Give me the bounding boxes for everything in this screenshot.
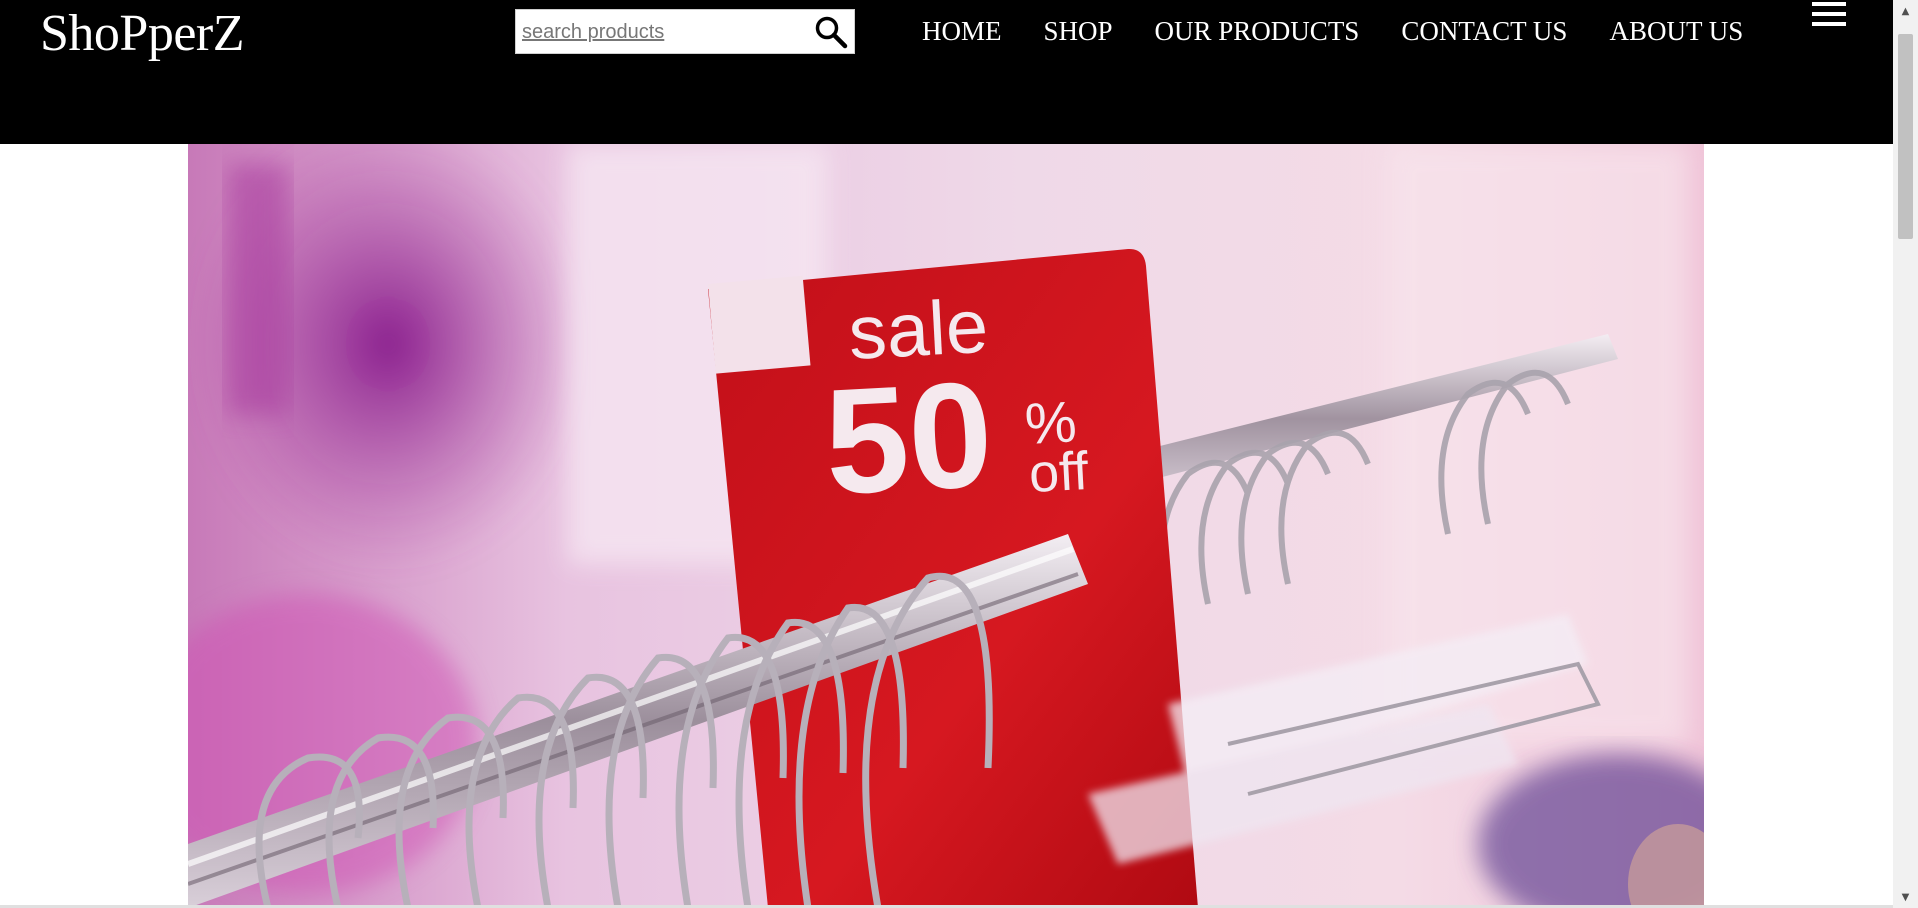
sale-photo: sale 50 % off [188,144,1704,908]
nav-our-products[interactable]: OUR PRODUCTS [1155,13,1360,49]
hamburger-menu-icon[interactable] [1812,2,1846,32]
nav-contact-us[interactable]: CONTACT US [1401,13,1567,49]
nav-home[interactable]: HOME [922,13,1002,49]
scroll-up-arrow-icon[interactable]: ▲ [1893,0,1918,22]
scroll-down-arrow-icon[interactable]: ▼ [1893,886,1918,908]
nav-shop[interactable]: SHOP [1044,13,1113,49]
search-button[interactable] [812,14,850,50]
scrollbar-thumb[interactable] [1898,34,1913,239]
brand-logo[interactable]: ShoPperZ [40,4,245,64]
search-box [515,9,855,54]
site-header: ShoPperZ HOME SHOP OUR PRODUCTS CONTACT … [0,0,1893,144]
search-icon [815,16,848,49]
search-input[interactable] [522,20,802,44]
page-viewport: ShoPperZ HOME SHOP OUR PRODUCTS CONTACT … [0,0,1893,908]
sign-off-text: off [1027,441,1090,504]
hero-banner-image: sale 50 % off [188,144,1704,908]
vertical-scrollbar[interactable]: ▲ ▼ [1893,0,1918,908]
nav-about-us[interactable]: ABOUT US [1609,13,1743,49]
main-nav: HOME SHOP OUR PRODUCTS CONTACT US ABOUT … [922,13,1743,49]
sign-percent-number: 50 [821,349,996,526]
